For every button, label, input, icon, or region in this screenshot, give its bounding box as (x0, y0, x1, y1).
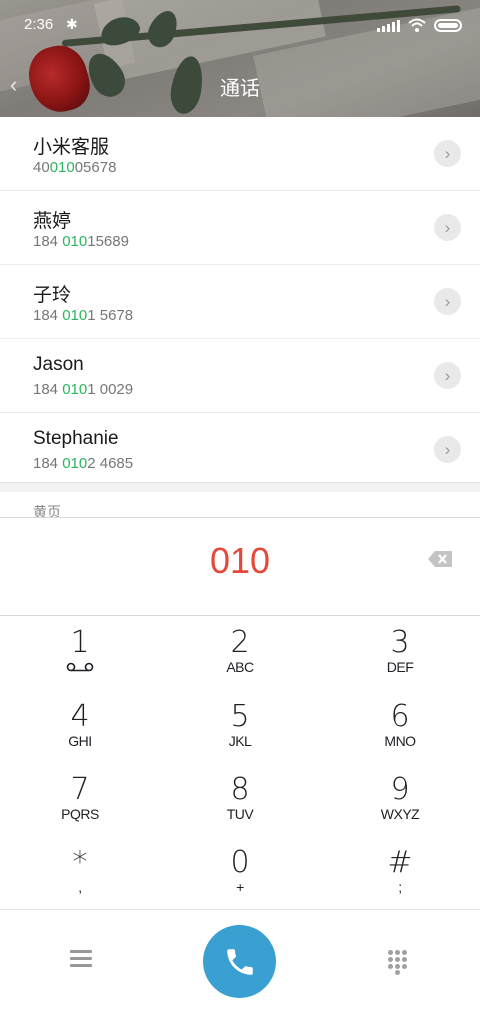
backspace-icon[interactable] (427, 550, 453, 568)
key-9[interactable]: 9 WXYZ (320, 762, 480, 835)
contact-name: 燕婷 (33, 211, 72, 232)
key-6[interactable]: 6 MNO (320, 689, 480, 762)
contact-row[interactable]: 小米客服 4001005678 › (0, 117, 480, 191)
phone-icon (227, 949, 253, 975)
contact-row[interactable]: Jason 184 0101 0029 › (0, 339, 480, 413)
list-divider (0, 482, 480, 492)
page-title: 通话 (220, 78, 260, 100)
key-1[interactable]: 1 (0, 615, 160, 688)
contact-name: Jason (33, 354, 84, 375)
signal-icon (377, 18, 400, 32)
battery-icon (434, 18, 462, 32)
key-0[interactable]: 0 + (160, 835, 320, 908)
bluetooth-icon: ✱ (66, 16, 78, 32)
contact-name: 小米客服 (33, 137, 110, 158)
dialed-number: 010 (209, 540, 271, 581)
dial-display: 010 (0, 517, 480, 616)
chevron-right-icon[interactable]: › (434, 436, 461, 463)
contact-list: 小米客服 4001005678 › 燕婷 184 01015689 › 子玲 1… (0, 117, 480, 486)
status-bar: 2:36 ✱ (24, 16, 462, 38)
contact-number: 184 0102 4685 (33, 455, 134, 472)
menu-icon[interactable] (70, 950, 92, 968)
voicemail-icon (66, 662, 94, 672)
contact-row[interactable]: 燕婷 184 01015689 › (0, 191, 480, 265)
contact-row[interactable]: Stephanie 184 0102 4685 › (0, 413, 480, 486)
key-8[interactable]: 8 TUV (160, 762, 320, 835)
key-7[interactable]: 7 PQRS (0, 762, 160, 835)
key-3[interactable]: 3 DEF (320, 615, 480, 688)
chevron-right-icon[interactable]: › (434, 362, 461, 389)
contact-row[interactable]: 子玲 184 0101 5678 › (0, 265, 480, 339)
wifi-icon (408, 18, 426, 32)
contact-number: 184 0101 5678 (33, 307, 134, 324)
contact-number: 184 01015689 (33, 233, 129, 250)
dial-keypad: 1 2 ABC 3 DEF 4 GHI 5 JKL 6 MNO 7 PQRS 8… (0, 615, 480, 909)
chevron-right-icon[interactable]: › (434, 288, 461, 315)
contact-name: Stephanie (33, 428, 119, 449)
status-time: 2:36 (24, 16, 54, 33)
chevron-right-icon[interactable]: › (434, 214, 461, 241)
key-hash[interactable]: # ; (320, 835, 480, 908)
key-4[interactable]: 4 GHI (0, 689, 160, 762)
chevron-right-icon[interactable]: › (434, 140, 461, 167)
bottom-bar (0, 909, 480, 1014)
header: 2:36 ✱ ‹ 通话 (0, 0, 480, 117)
key-5[interactable]: 5 JKL (160, 689, 320, 762)
contact-name: 子玲 (33, 285, 72, 306)
key-2[interactable]: 2 ABC (160, 615, 320, 688)
contact-number: 184 0101 0029 (33, 381, 134, 398)
dialpad-toggle-icon[interactable] (388, 950, 410, 975)
contact-number: 4001005678 (33, 159, 117, 176)
key-star[interactable]: * , (0, 835, 160, 908)
call-button[interactable] (203, 925, 276, 998)
